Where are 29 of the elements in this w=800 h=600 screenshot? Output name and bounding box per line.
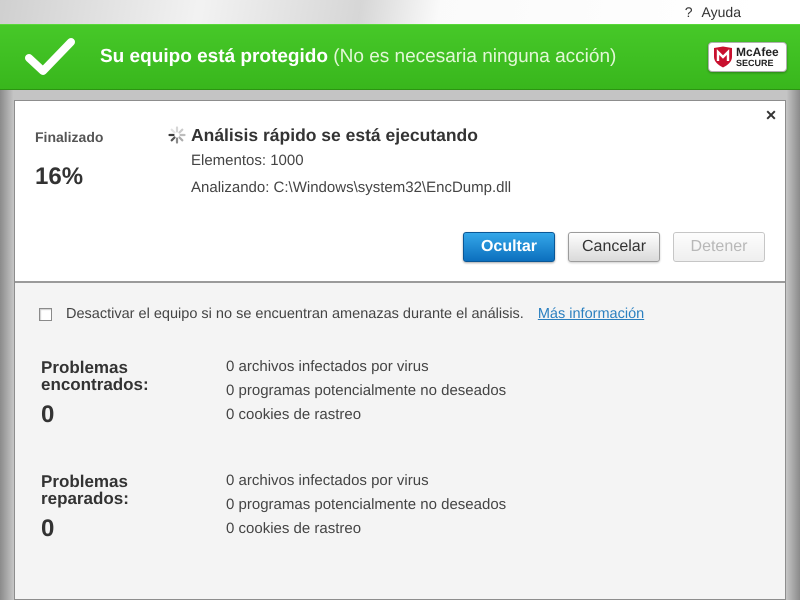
problem-line: 0 archivos infectados por virus	[226, 357, 430, 377]
scan-title: Análisis rápido se está ejecutando	[191, 125, 478, 145]
help-icon[interactable]: ?	[684, 4, 693, 20]
problem-line: 0 programas potencialmente no deseados	[226, 495, 506, 515]
action-button[interactable]: Cancelar	[568, 232, 660, 262]
help-link[interactable]: Ayuda	[702, 4, 741, 20]
problems-heading: Problemas reparados:	[41, 473, 130, 507]
progress-percent: 16%	[35, 163, 84, 191]
problem-line: 0 archivos infectados por virus	[226, 471, 430, 491]
problem-line: 0 cookies de rastreo	[226, 405, 362, 425]
current-file: Analizando: C:\Windows\system32\EncDump.dll	[191, 178, 512, 198]
items-count: Elementos: 1000	[191, 151, 305, 171]
brand-name: McAfee	[736, 46, 779, 58]
status-message: Su equipo está protegido (No es necesaria ninguna acción)	[100, 44, 616, 69]
checkbox[interactable]	[39, 308, 52, 320]
problems-heading: Problemas encontrados:	[41, 359, 150, 393]
problem-line: 0 programas potencialmente no deseados	[226, 381, 506, 401]
option-label: Desactivar el equipo si no se encuentran amenazas durante el análisis.	[66, 305, 524, 324]
problems-count: 0	[41, 516, 56, 542]
progress-label: Finalizado	[35, 128, 104, 147]
action-button[interactable]: Ocultar	[463, 232, 555, 262]
brand-tagline: SECURE	[736, 58, 775, 68]
close-button[interactable]: ×	[763, 107, 779, 123]
problems-count: 0	[41, 402, 56, 428]
checkmark-icon	[25, 37, 75, 77]
more-info-link[interactable]: Más información	[538, 304, 644, 324]
shield-icon	[713, 46, 733, 68]
problem-line: 0 cookies de rastreo	[226, 519, 362, 539]
spinner-icon	[168, 126, 186, 144]
